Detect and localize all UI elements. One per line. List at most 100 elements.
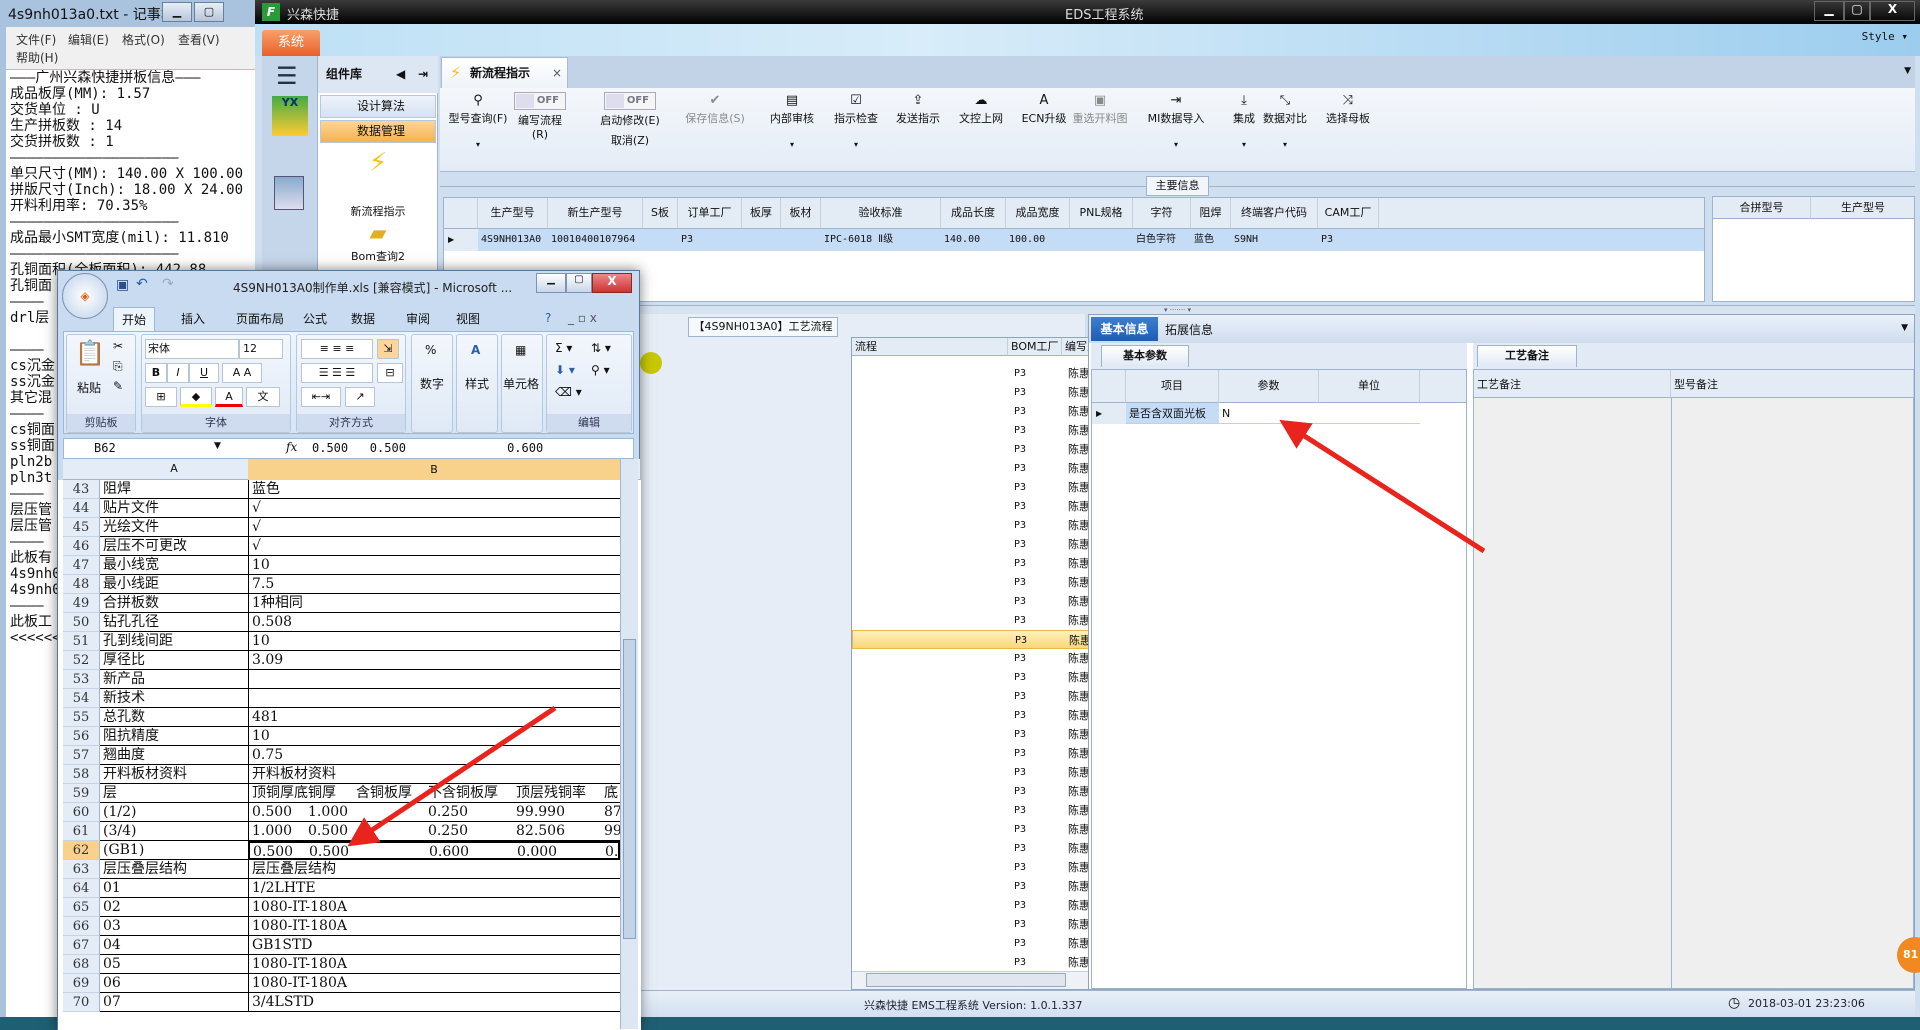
cell-a[interactable]: 合拼板数: [100, 594, 248, 613]
grid-cell[interactable]: [742, 229, 781, 251]
cell-b[interactable]: 开料板材资料: [248, 765, 620, 784]
worksheet-row[interactable]: 61(3/4)1.000 0.500 0.250 82.506 99: [63, 822, 640, 841]
group-styles[interactable]: A 样式: [456, 334, 498, 433]
dropdown-arrow-icon[interactable]: ▾: [826, 140, 886, 149]
worksheet-row[interactable]: 45 光绘文件 √: [63, 518, 640, 537]
cell-a[interactable]: 层压不可更改: [100, 537, 248, 556]
minimize-button[interactable]: ▁: [536, 273, 566, 293]
fx-icon[interactable]: fx: [286, 440, 297, 454]
borders-button[interactable]: ⊞: [145, 387, 177, 407]
cell-a[interactable]: 07: [100, 993, 248, 1012]
phonetic-button[interactable]: 文: [246, 387, 280, 407]
grid-cell[interactable]: 100.00: [1006, 229, 1070, 251]
column-header-a[interactable]: A: [100, 462, 248, 475]
worksheet-row[interactable]: 66 03 1080-IT-180A: [63, 917, 640, 936]
cell-b[interactable]: GB1STD: [248, 936, 620, 955]
hamburger-menu-icon[interactable]: ☰: [276, 62, 298, 90]
undo-icon[interactable]: ↶: [136, 276, 148, 292]
row-header[interactable]: 50: [63, 613, 100, 632]
cell-b[interactable]: √: [248, 499, 620, 518]
toolbar-button-13[interactable]: ⤨ 选择母板: [1318, 88, 1378, 126]
row-header[interactable]: 68: [63, 955, 100, 974]
cell-a[interactable]: (3/4): [100, 822, 248, 841]
tab-basic-info[interactable]: 基本信息: [1091, 317, 1158, 341]
worksheet-row[interactable]: 48 最小线距 7.5: [63, 575, 640, 594]
row-header[interactable]: 55: [63, 708, 100, 727]
row-header[interactable]: 60: [63, 803, 100, 822]
close-button[interactable]: X: [1870, 1, 1915, 21]
column-header[interactable]: 生产型号: [1811, 197, 1914, 219]
cell-b[interactable]: 481: [248, 708, 620, 727]
cell-a[interactable]: 04: [100, 936, 248, 955]
cell-a[interactable]: 02: [100, 898, 248, 917]
cell-b[interactable]: 1/2LHTE: [248, 879, 620, 898]
format-painter-icon[interactable]: ✎: [113, 379, 123, 393]
cell-b[interactable]: 1080-IT-180A: [248, 974, 620, 993]
worksheet-grid[interactable]: 43 阻焊 蓝色 44 贴片文件 √ 45 光绘文件 √ 46 层压不可更改 √ 47 最小线宽 10 48 最…: [58, 480, 641, 1030]
toolbar-button-4[interactable]: ▤ 内部审核 ▾: [762, 88, 822, 149]
cell-b[interactable]: √: [248, 518, 620, 537]
maximize-button[interactable]: ▢: [566, 273, 592, 293]
cell-a[interactable]: 新技术: [100, 689, 248, 708]
maximize-button[interactable]: ▢: [1844, 1, 1870, 21]
worksheet-row[interactable]: 54 新技术: [63, 689, 640, 708]
column-header[interactable]: S板: [643, 198, 678, 229]
cell-b[interactable]: 3/4LSTD: [248, 993, 620, 1012]
row-header[interactable]: 64: [63, 879, 100, 898]
sort-filter-icon[interactable]: ⇅ ▾: [591, 341, 611, 355]
column-header[interactable]: 字符: [1133, 198, 1191, 229]
splitter-handle[interactable]: ▾ ······· ▾: [440, 305, 1915, 314]
worksheet-row[interactable]: 47 最小线宽 10: [63, 556, 640, 575]
row-indicator-icon[interactable]: ▶: [1092, 403, 1126, 424]
column-header[interactable]: 验收标准: [821, 198, 941, 229]
worksheet-row[interactable]: 44 贴片文件 √: [63, 499, 640, 518]
row-header[interactable]: 70: [63, 993, 100, 1012]
process-notes-input[interactable]: [1474, 398, 1670, 986]
column-header[interactable]: 成品长度: [941, 198, 1006, 229]
row-header[interactable]: 47: [63, 556, 100, 575]
menu-edit[interactable]: 编辑(E): [68, 31, 109, 48]
ribbon-tab[interactable]: 开始: [113, 307, 156, 331]
cell-a[interactable]: 光绘文件: [100, 518, 248, 537]
tabs-dropdown-icon[interactable]: ▼: [1904, 66, 1911, 76]
cell-a[interactable]: 最小线宽: [100, 556, 248, 575]
model-notes-input[interactable]: [1673, 398, 1913, 986]
cell-a[interactable]: 钻孔孔径: [100, 613, 248, 632]
minimize-button[interactable]: ▁: [1814, 1, 1844, 21]
horizontal-align-buttons[interactable]: ☰ ☰ ☰: [301, 363, 373, 383]
nav-item-design-algorithm[interactable]: 设计算法: [320, 95, 436, 118]
yx-factory-icon[interactable]: YX: [272, 96, 308, 136]
ribbon-tab[interactable]: 公式: [295, 307, 335, 331]
style-dropdown[interactable]: Style ▾: [1862, 30, 1908, 43]
worksheet-row[interactable]: 51 孔到线间距 10: [63, 632, 640, 651]
cell-b[interactable]: [248, 670, 620, 689]
calculator-icon[interactable]: [274, 176, 304, 210]
worksheet-row[interactable]: 63 层压叠层结构 层压叠层结构: [63, 860, 640, 879]
vertical-align-buttons[interactable]: ≡ ≡ ≡: [301, 339, 373, 359]
font-name-select[interactable]: 宋体: [145, 339, 239, 359]
row-header[interactable]: 46: [63, 537, 100, 556]
toolbar-button-6[interactable]: ⇪ 发送指示: [888, 88, 948, 126]
cell-a[interactable]: (1/2): [100, 803, 248, 822]
worksheet-row[interactable]: 62 (GB1) 0.500 0.500 0.600 0.000 0.: [63, 841, 640, 860]
cell-a[interactable]: 层: [100, 784, 248, 803]
column-header[interactable]: 订单工厂: [678, 198, 742, 229]
tab-new-flow[interactable]: ⚡ 新流程指示 ×: [441, 57, 568, 88]
grid-cell[interactable]: 是否含双面光板: [1126, 403, 1219, 424]
worksheet-row[interactable]: 49 合拼板数 1种相同: [63, 594, 640, 613]
grid-cell[interactable]: 蓝色: [1191, 229, 1231, 251]
cell-a[interactable]: 01: [100, 879, 248, 898]
toolbar-button-2[interactable]: OFF 启动修改(E) 取消(Z): [600, 88, 660, 148]
ribbon-tab[interactable]: 审阅: [398, 307, 438, 331]
cell-b[interactable]: 蓝色: [248, 480, 620, 499]
dropdown-arrow-icon[interactable]: ▾: [1144, 140, 1208, 149]
merge-button[interactable]: ⊟: [377, 363, 403, 383]
scrollbar-thumb[interactable]: [623, 639, 636, 939]
font-grow-shrink-button[interactable]: A A: [222, 363, 262, 383]
cell-b[interactable]: [248, 689, 620, 708]
row-header[interactable]: 58: [63, 765, 100, 784]
column-header[interactable]: CAM工厂: [1318, 198, 1379, 229]
worksheet-row[interactable]: 50 钻孔孔径 0.508: [63, 613, 640, 632]
toolbar-button-1[interactable]: OFF 编写流程(R): [510, 88, 570, 141]
grid-cell[interactable]: P3: [678, 229, 742, 251]
